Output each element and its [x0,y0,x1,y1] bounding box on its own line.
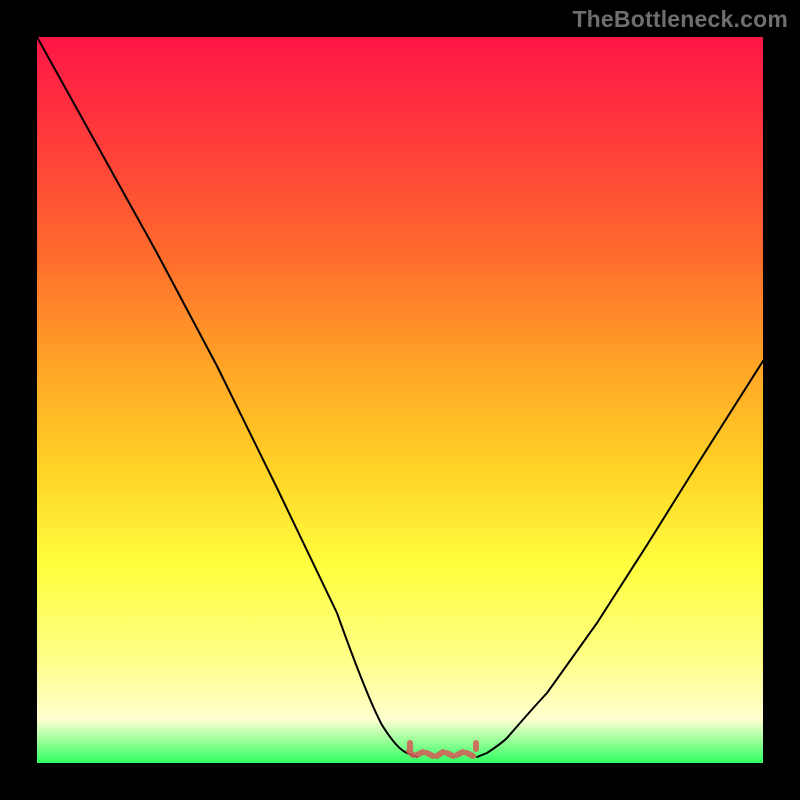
chart-frame: TheBottleneck.com [0,0,800,800]
curve-layer [37,37,763,763]
minimum-band [409,743,476,756]
watermark-text: TheBottleneck.com [572,6,788,33]
bottleneck-curve-right [477,361,763,757]
plot-area [37,37,763,763]
bottleneck-curve-left [37,37,417,757]
